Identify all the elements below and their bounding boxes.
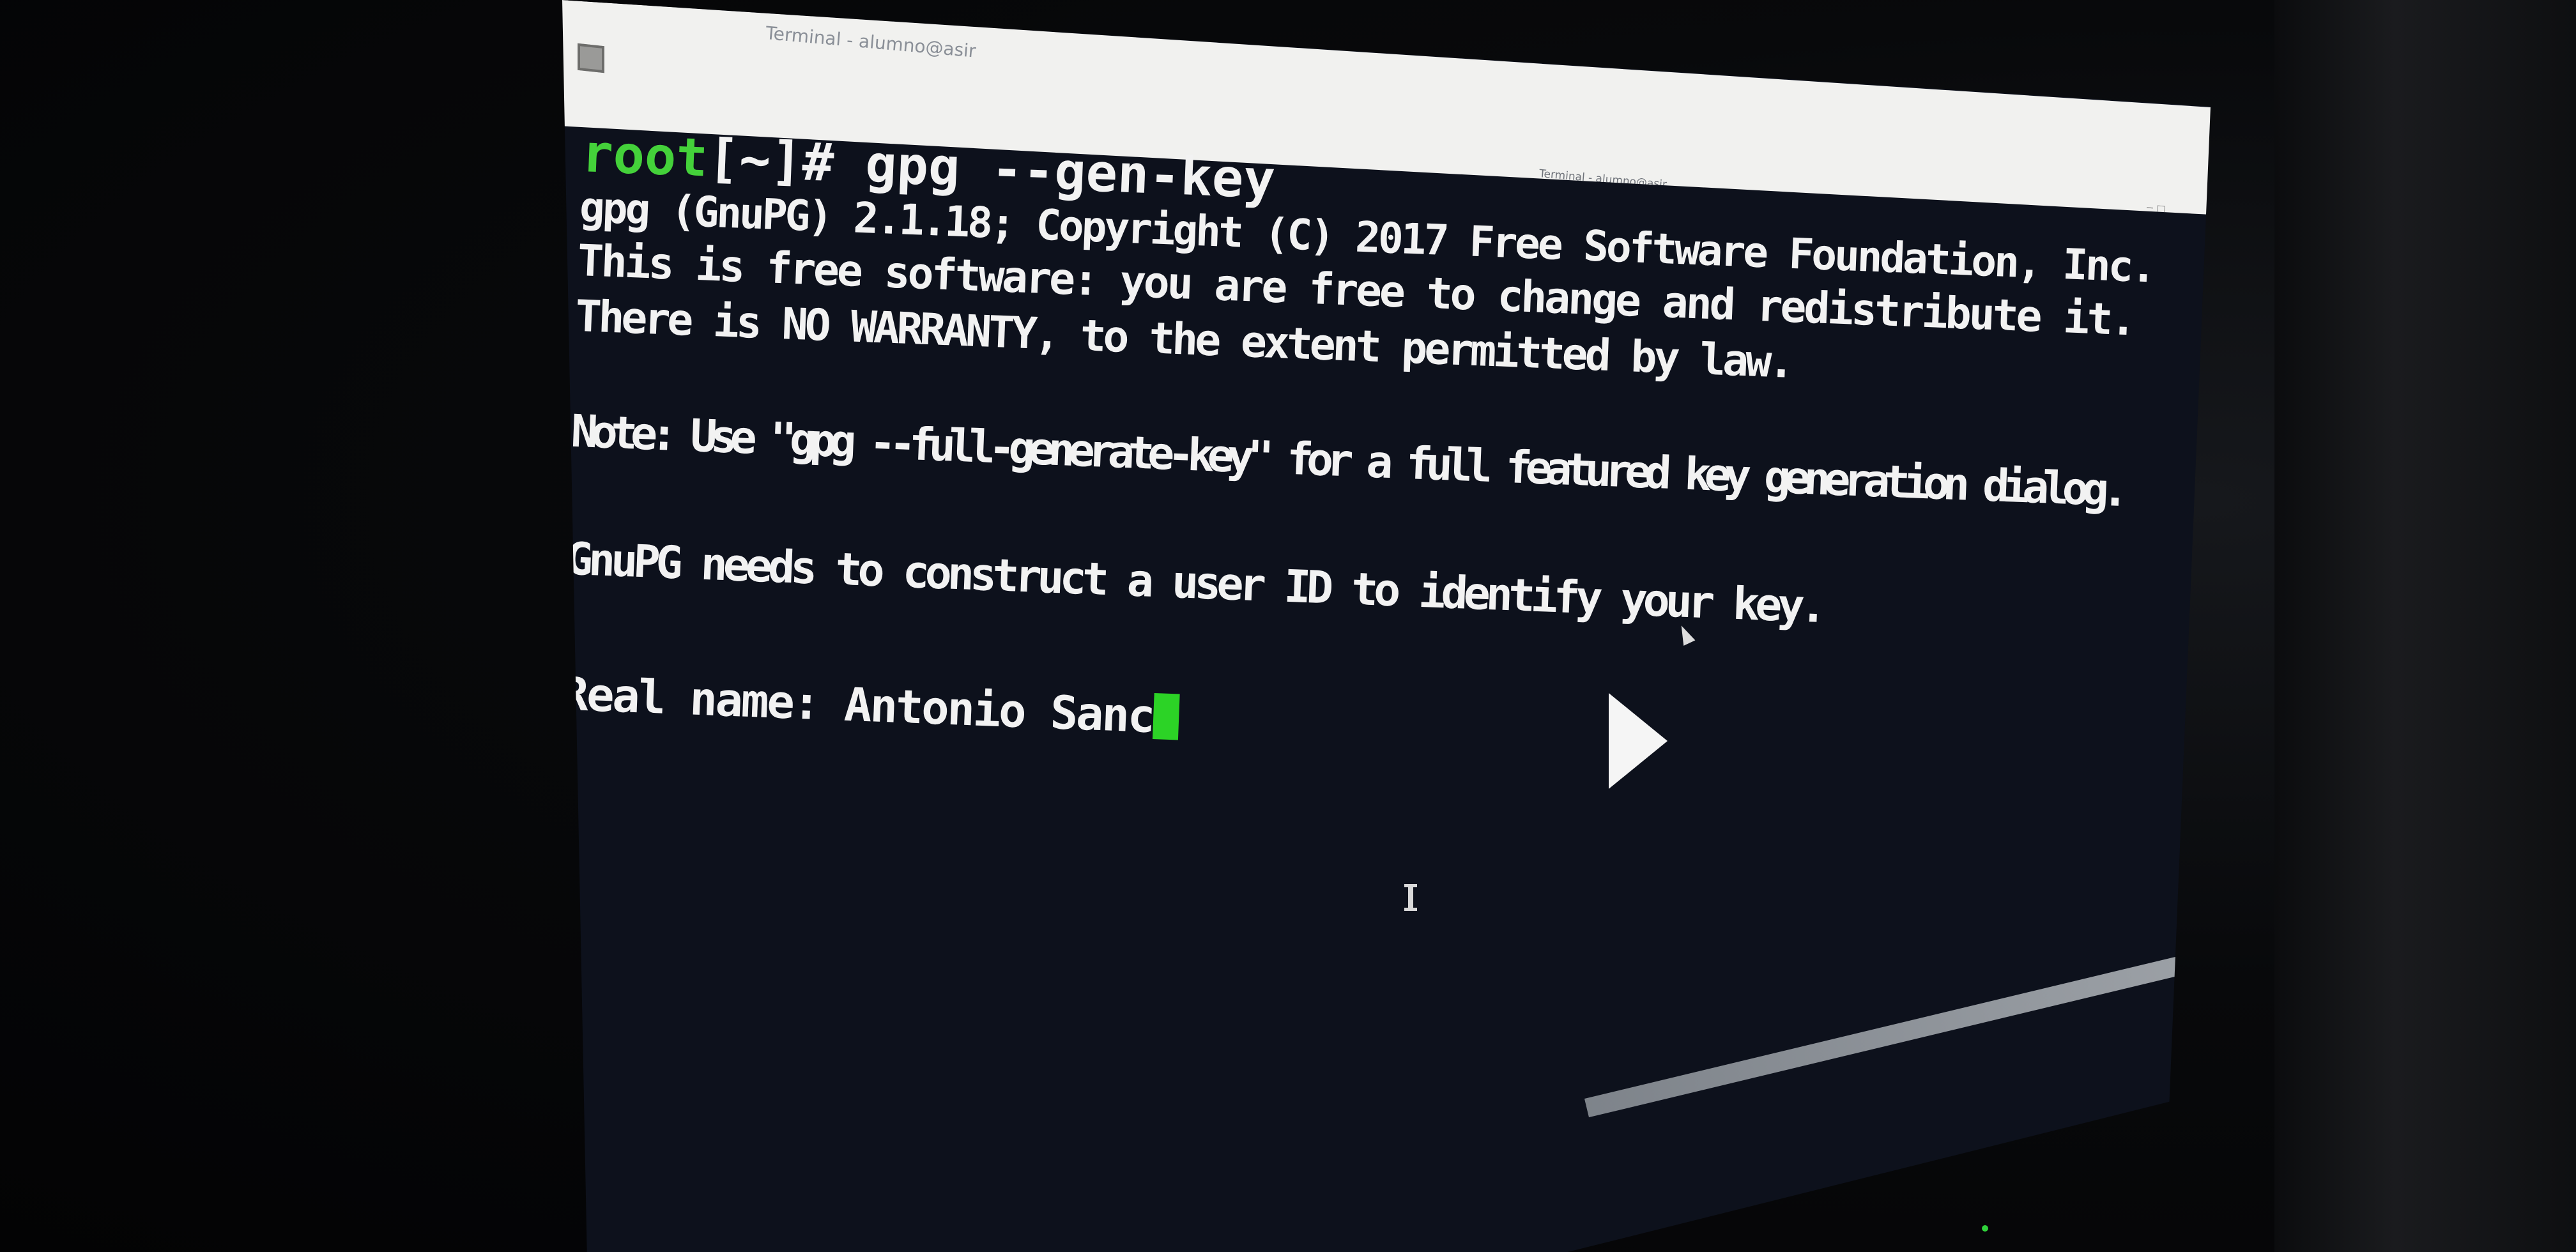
text-cursor (1152, 692, 1180, 740)
window-controls[interactable]: ─ □ (2146, 201, 2186, 215)
window-title: Terminal - alumno@asir (1538, 167, 1667, 192)
prompt-user: root (580, 123, 709, 189)
real-name-value[interactable]: Antonio Sanc (843, 678, 1154, 744)
terminal-app-icon[interactable] (578, 43, 604, 73)
power-led (1982, 1225, 1988, 1232)
output-line-user-id: GnuPG needs to construct a user ID to id… (565, 532, 1824, 634)
play-icon[interactable] (1609, 693, 1667, 789)
real-name-label: Real name: (562, 666, 846, 731)
prompt-path: [~]# (706, 128, 867, 195)
monitor-screen: Terminal - alumno@asir Terminal - alumno… (562, 0, 2211, 1252)
i-beam-cursor-icon (1404, 884, 1417, 911)
real-name-input-line[interactable]: Real name: Antonio Sanc (562, 666, 1180, 743)
wall-background (2274, 0, 2576, 1252)
monitor-frame-edge (1584, 830, 2211, 1118)
output-line-note: Note: Use "gpg --full-generate-key" for … (570, 404, 2123, 517)
tab-title[interactable]: Terminal - alumno@asir (765, 22, 977, 62)
